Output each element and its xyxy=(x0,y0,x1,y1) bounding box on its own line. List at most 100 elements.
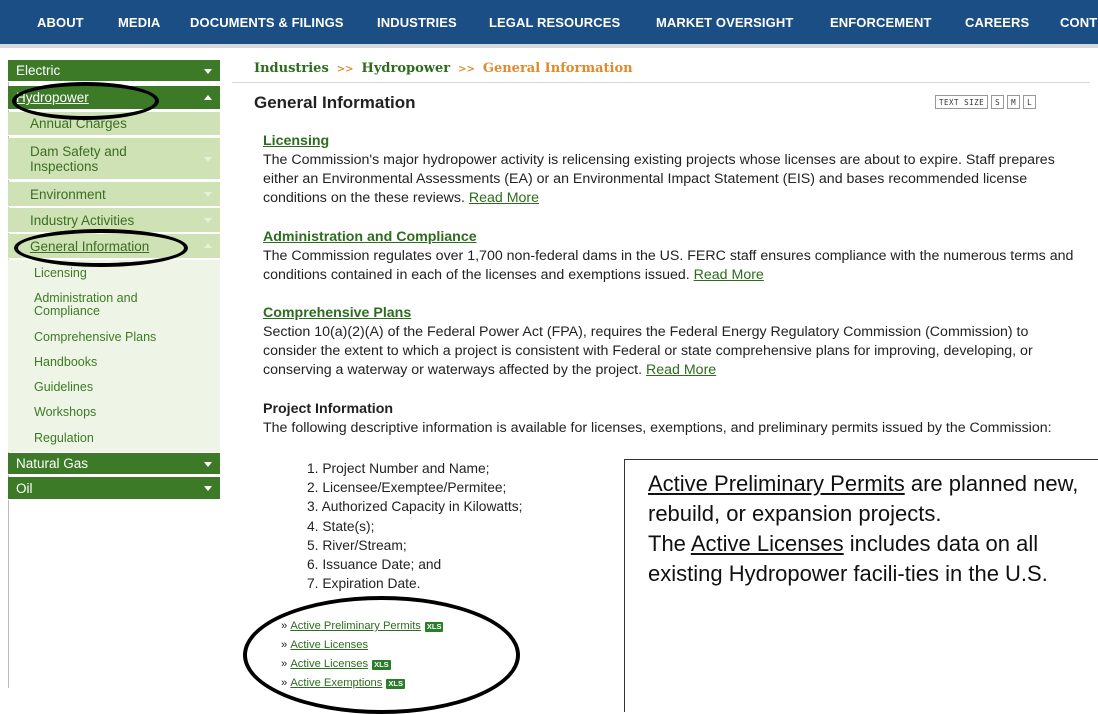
nav-documents-filings[interactable]: DOCUMENTS & FILINGS xyxy=(190,15,344,30)
sidebar-item-label: Workshops xyxy=(34,404,97,419)
sidebar-item-label: Annual Charges xyxy=(30,116,127,131)
breadcrumb-current: General Information xyxy=(482,61,633,76)
data-link-row: » Active Exemptions XLS xyxy=(281,674,443,693)
text-size-control: TEXT SIZE S M L xyxy=(935,95,1037,109)
nav-contact[interactable]: CONT xyxy=(1060,15,1097,30)
data-link-row: » Active Licenses xyxy=(281,636,443,655)
list-item: 2. Licensee/Exemptee/Permitee; xyxy=(307,480,507,496)
sidebar-subitem-guidelines[interactable]: Guidelines xyxy=(8,374,220,399)
section-body: The following descriptive information is… xyxy=(263,420,1052,436)
sidebar-item-label: Handbooks xyxy=(34,354,98,369)
breadcrumb-separator: >> xyxy=(458,64,475,75)
xls-icon[interactable]: XLS xyxy=(372,659,391,670)
breadcrumb: Industries >> Hydropower >> General Informat… xyxy=(254,61,633,76)
section-licensing: Licensing The Commission's major hydropo… xyxy=(263,132,1078,208)
bullet: » xyxy=(281,639,288,651)
sidebar-item-label: Electric xyxy=(16,63,61,78)
list-item: 1. Project Number and Name; xyxy=(307,461,490,476)
sidebar-item-oil[interactable]: Oil xyxy=(8,477,220,500)
list-item: 3. Authorized Capacity in Kilowatts; xyxy=(307,499,523,515)
text-size-large-button[interactable]: L xyxy=(1023,95,1037,109)
bullet: » xyxy=(281,620,288,632)
xls-icon[interactable]: XLS xyxy=(386,678,405,689)
sidebar-item-label: Comprehensive Plans xyxy=(34,329,157,344)
section-project-information: Project Information The following descri… xyxy=(263,400,1078,438)
chevron-down-icon xyxy=(204,218,212,223)
sidebar-subitem-handbooks[interactable]: Handbooks xyxy=(8,349,220,374)
sidebar-item-annual-charges[interactable]: Annual Charges xyxy=(8,112,220,136)
section-administration: Administration and Compliance The Commis… xyxy=(263,228,1078,285)
sidebar-item-label: Natural Gas xyxy=(16,456,89,471)
nav-careers[interactable]: CAREERS xyxy=(965,15,1029,30)
chevron-up-icon xyxy=(204,243,212,248)
sidebar-item-label: Guidelines xyxy=(34,379,94,394)
nav-market-oversight[interactable]: MARKET OVERSIGHT xyxy=(656,15,793,30)
list-item: 5. River/Stream; xyxy=(307,537,407,553)
sidebar-subitem-administration[interactable]: Administration and Compliance xyxy=(8,286,220,324)
callout-text: The xyxy=(648,531,691,556)
section-comprehensive-plans: Comprehensive Plans Section 10(a)(2)(A) … xyxy=(263,304,1078,380)
text-size-small-button[interactable]: S xyxy=(991,95,1005,109)
sidebar-subitem-comprehensive-plans[interactable]: Comprehensive Plans xyxy=(8,324,220,349)
data-link-row: » Active Preliminary Permits XLS xyxy=(281,617,444,636)
xls-icon[interactable]: XLS xyxy=(424,621,444,632)
section-body: The Commission's major hydropower activi… xyxy=(263,152,1055,206)
sidebar-item-environment[interactable]: Environment xyxy=(8,182,220,207)
callout-link-text: Active Preliminary Permits xyxy=(648,471,905,496)
link-active-licenses[interactable]: Active Licenses xyxy=(290,636,368,655)
text-size-medium-button[interactable]: M xyxy=(1007,95,1021,109)
read-more-link[interactable]: Read More xyxy=(646,362,716,378)
project-info-list: 1. Project Number and Name; 2. Licensee/… xyxy=(307,459,523,593)
section-heading-link[interactable]: Licensing xyxy=(263,132,1078,151)
breadcrumb-industries[interactable]: Industries xyxy=(254,61,329,76)
sidebar-item-industry-activities[interactable]: Industry Activities xyxy=(8,208,220,233)
nav-divider xyxy=(0,44,1098,48)
read-more-link[interactable]: Read More xyxy=(694,267,764,283)
sidebar-item-natural-gas[interactable]: Natural Gas xyxy=(8,453,220,475)
sidebar-item-general-information[interactable]: General Information xyxy=(8,234,220,259)
sidebar-item-label: Administration and Compliance xyxy=(34,291,138,318)
sidebar-subitem-workshops[interactable]: Workshops xyxy=(8,399,220,424)
annotation-callout: Active Preliminary Permits are planned n… xyxy=(624,459,1098,712)
sidebar-item-label: Dam Safety and Inspections xyxy=(30,143,127,174)
section-heading-link[interactable]: Administration and Compliance xyxy=(263,228,1078,247)
nav-legal-resources[interactable]: LEGAL RESOURCES xyxy=(489,15,620,30)
callout-link-text: Active Licenses xyxy=(690,531,844,556)
chevron-down-icon xyxy=(204,156,212,162)
list-item: 4. State(s); xyxy=(307,518,375,534)
sidebar-item-label: General Information xyxy=(30,238,150,254)
sidebar-item-label: Hydropower xyxy=(16,90,89,105)
data-links: » Active Preliminary Permits XLS » Active… xyxy=(281,617,444,693)
list-item: 7. Expiration Date. xyxy=(307,576,421,592)
section-body: The Commission regulates over 1,700 non-… xyxy=(263,248,1074,283)
breadcrumb-divider xyxy=(232,82,1090,83)
sidebar-item-label: Industry Activities xyxy=(30,212,135,228)
nav-industries[interactable]: INDUSTRIES xyxy=(377,15,457,30)
nav-media[interactable]: MEDIA xyxy=(118,15,160,30)
chevron-down-icon xyxy=(204,461,212,467)
nav-enforcement[interactable]: ENFORCEMENT xyxy=(830,15,932,30)
sidebar-item-dam-safety[interactable]: Dam Safety and Inspections xyxy=(8,138,220,180)
link-active-exemptions[interactable]: Active Exemptions xyxy=(290,674,382,693)
page-title: General Information xyxy=(254,93,416,112)
text-size-label: TEXT SIZE xyxy=(935,95,989,109)
chevron-down-icon xyxy=(204,486,212,491)
section-heading: Project Information xyxy=(263,401,394,417)
link-active-preliminary-permits[interactable]: Active Preliminary Permits xyxy=(290,617,421,636)
read-more-link[interactable]: Read More xyxy=(469,190,539,206)
sidebar-item-hydropower[interactable]: Hydropower xyxy=(8,86,220,110)
breadcrumb-separator: >> xyxy=(336,64,354,75)
section-heading-link[interactable]: Comprehensive Plans xyxy=(263,304,1078,323)
sidebar-item-label: Environment xyxy=(30,186,106,202)
sidebar-subitem-regulation[interactable]: Regulation xyxy=(8,424,220,452)
data-link-row: » Active Licenses XLS xyxy=(281,655,443,674)
nav-about[interactable]: ABOUT xyxy=(37,15,84,30)
sidebar-item-label: Regulation xyxy=(34,431,94,445)
sidebar-item-label: Licensing xyxy=(34,266,87,280)
chevron-down-icon xyxy=(204,192,212,197)
link-active-licenses-xls[interactable]: Active Licenses xyxy=(290,655,368,674)
breadcrumb-hydropower[interactable]: Hydropower xyxy=(362,61,451,76)
sidebar-subitem-licensing[interactable]: Licensing xyxy=(8,260,220,286)
sidebar-item-electric[interactable]: Electric xyxy=(8,60,220,82)
bullet: » xyxy=(281,677,288,689)
